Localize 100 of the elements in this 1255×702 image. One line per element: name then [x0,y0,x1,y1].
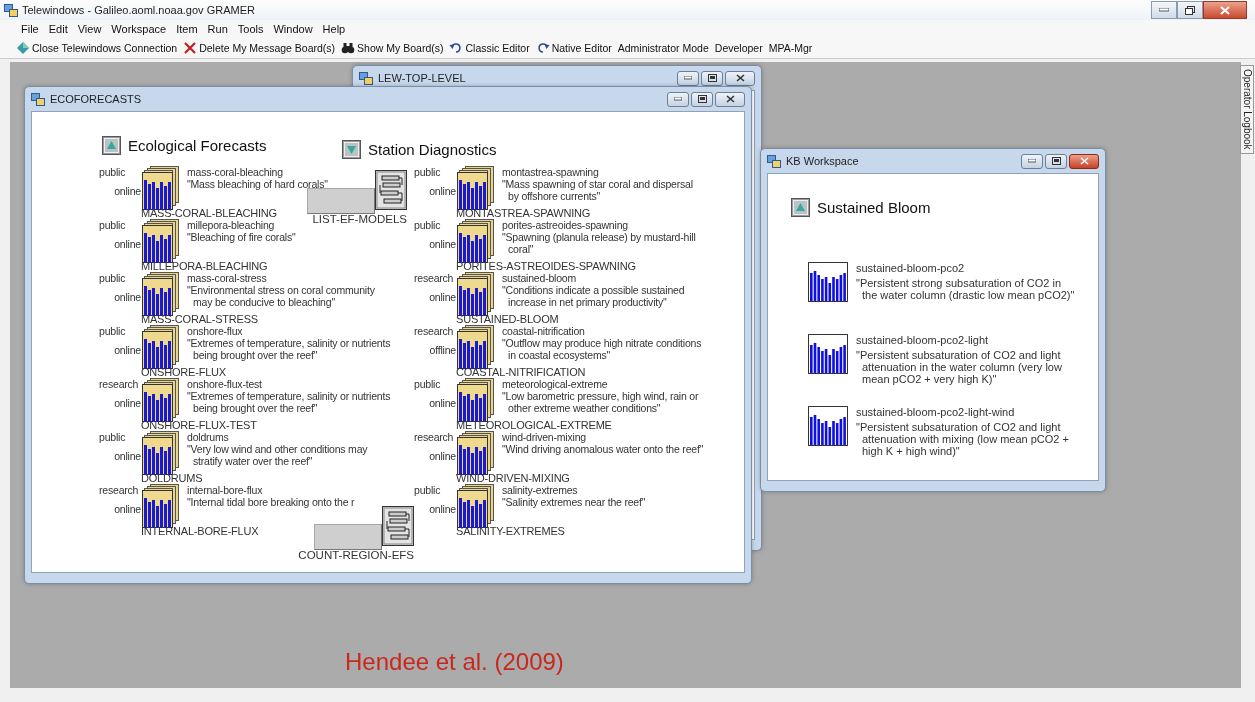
access-label: public [99,272,127,285]
status-label: online [113,397,141,410]
chart-stack-icon [142,166,180,210]
model-name: sustained-bloom-pco2-light-wind [856,406,1016,418]
window-title: Telewindows - Galileo.aoml.noaa.gov GRAMER [22,4,256,16]
forecast-description: "Salinity extremes near the reef" [502,496,647,508]
forecast-name: meteorological-extreme [502,378,609,390]
chart-stack-icon [457,431,495,475]
toolbar-button[interactable]: MPA-Mgr [768,42,813,54]
close-button[interactable] [715,91,745,107]
menu-item[interactable]: File [18,23,46,35]
status-label: online [428,185,456,198]
forecast-description: "Internal tidal bore breaking onto the r [187,496,356,508]
menu-item[interactable]: View [74,23,109,35]
forecast-label: MASS-CORAL-STRESS [141,314,259,325]
window-icon [31,92,45,106]
toolbar-button[interactable]: Native Editor [535,41,612,55]
toolbar-button[interactable]: Classic Editor [449,41,530,55]
model-description: "Persistent subsaturation of CO2 and light attenuation with mixing (low mean pCO2 + high K + high wind)" [856,421,1069,457]
close-icon [1079,157,1089,165]
forecast-name: wind-driven-mixing [502,431,587,443]
blank-panel[interactable] [314,524,382,550]
forecast-description: "Mass spawning of star coral and dispersal by offshore currents" [502,178,694,202]
close-icon [1220,5,1230,15]
chart-stack-icon [142,272,180,316]
access-label: research [414,325,455,338]
chart-stack-icon [142,431,180,475]
access-label: public [99,431,127,444]
access-label: public [99,325,127,338]
chart-stack-icon [142,484,180,528]
toolbar-button[interactable]: Delete My Message Board(s) [183,41,336,55]
close-button[interactable] [1203,1,1247,19]
menu-item[interactable]: Help [319,23,353,35]
forecast-label: MILLEPORA-BLEACHING [141,261,269,272]
forecast-description: "Very low wind and other conditions may stratify water over the reef" [187,443,369,467]
close-button[interactable] [725,70,755,86]
restore-button[interactable] [1177,1,1203,19]
status-label: online [113,291,141,304]
section-heading: Ecological Forecasts [128,137,267,154]
chart-stack-icon [457,484,495,528]
bar-chart-icon [808,262,848,302]
access-label: research [99,378,140,391]
bar-chart-icon [808,406,848,446]
minimize-button[interactable] [677,70,699,86]
close-button[interactable] [1069,153,1099,169]
window-title: ECOFORECASTS [50,93,143,105]
access-label: research [414,431,455,444]
maximize-button[interactable] [691,91,713,107]
menu-item[interactable]: Workspace [108,23,174,35]
forecast-description: "Environmental stress on coral community may be conducive to bleaching" [187,284,376,308]
chart-stack-icon [142,378,180,422]
status-label: online [113,185,141,198]
forecast-description: "Bleaching of fire corals" [187,231,297,243]
side-tab[interactable]: Operator Logbook [1240,65,1254,154]
toggle-button[interactable] [102,136,121,155]
forecast-name: salinity-extremes [502,484,579,496]
forecast-label: WIND-DRIVEN-MIXING [456,473,571,484]
tool-label: COUNT-REGION-EFS [298,548,414,560]
minimize-button[interactable] [667,91,689,107]
status-label: offline [428,344,456,357]
minimize-icon [674,97,682,101]
forecast-name: sustained-bloom [502,272,578,284]
chart-stack-icon [457,166,495,210]
menu-item[interactable]: Tools [234,23,271,35]
toolbar-button[interactable]: Close Telewindows Connection [16,41,178,55]
close-icon [725,95,735,103]
minimize-button[interactable] [1021,153,1043,169]
model-description: "Persistent subsaturation of CO2 and light attenuation in the water column (very low mean pCO2 + very high K)" [856,349,1062,385]
caption: Hendee et al. (2009) [345,648,564,676]
forecast-label: PORITES-ASTREOIDES-SPAWNING [456,261,637,272]
close-icon [183,41,198,55]
forecast-description: "Spawning (planula release) by mustard-hill coral" [502,231,697,255]
blank-panel[interactable] [307,188,375,214]
status-label: online [428,397,456,410]
diamond-icon [16,41,30,55]
forecast-name: coastal-nitrification [502,325,586,337]
toolbar-button[interactable]: Show My Board(s) [341,41,444,55]
toolbar-button[interactable]: Administrator Mode [617,42,709,54]
model-name: sustained-bloom-pco2-light [856,334,990,346]
menu-item[interactable]: Run [204,23,235,35]
maximize-button[interactable] [1045,153,1067,169]
status-label: online [113,450,141,463]
menu-item[interactable]: Item [173,23,205,35]
window-icon [4,3,18,17]
toggle-button[interactable] [791,198,810,217]
chart-stack-icon [457,378,495,422]
status-label: online [428,291,456,304]
maximize-button[interactable] [701,70,723,86]
access-label: public [99,166,127,179]
status-label: online [428,503,456,516]
tool-label: LIST-EF-MODELS [312,212,407,224]
forecast-label: METEOROLOGICAL-EXTREME [456,420,613,431]
toggle-button[interactable] [342,140,361,159]
menu-item[interactable]: Window [270,23,320,35]
access-label: public [414,484,442,497]
window-icon [767,154,781,168]
maximize-icon [1051,157,1061,165]
toolbar-button[interactable]: Developer [714,42,763,54]
menu-item[interactable]: Edit [45,23,75,35]
chart-stack-icon [142,325,180,369]
